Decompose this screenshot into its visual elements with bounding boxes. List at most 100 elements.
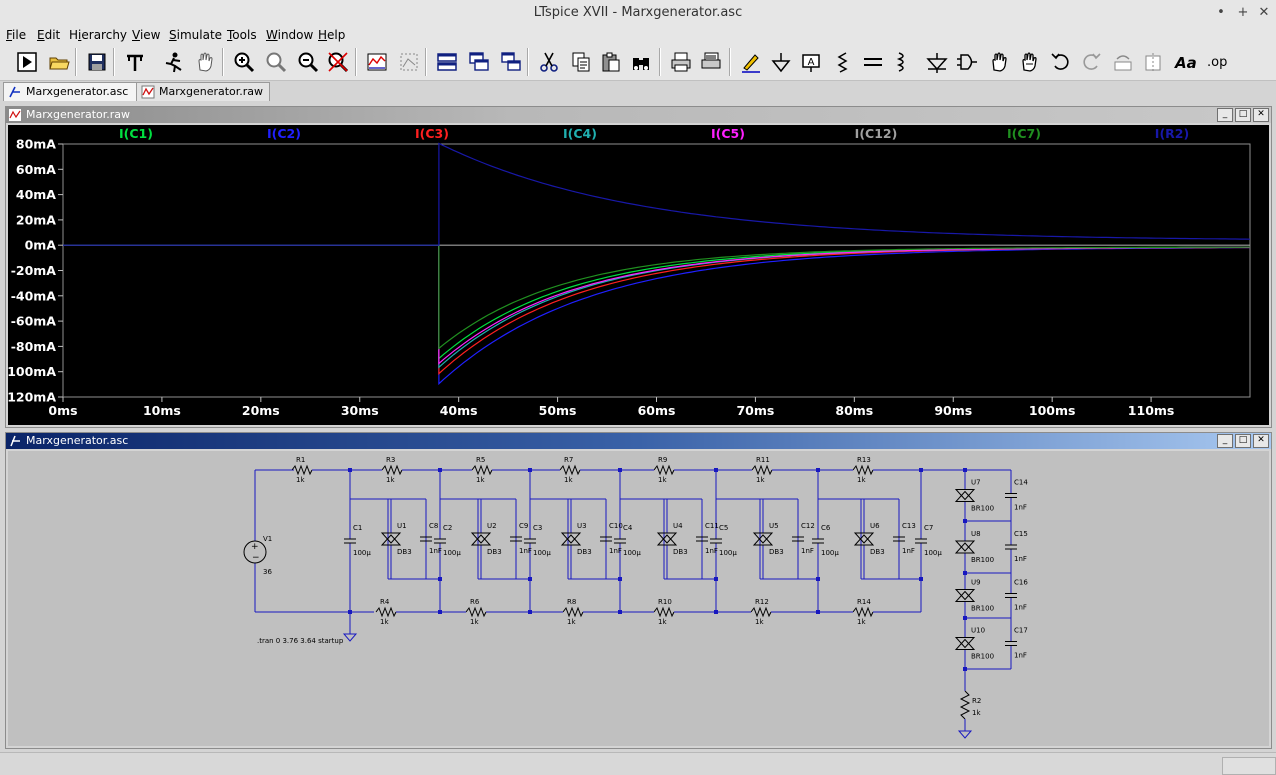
resistor-button[interactable] bbox=[830, 49, 856, 75]
move-button[interactable] bbox=[986, 49, 1012, 75]
run-button[interactable] bbox=[14, 49, 40, 75]
component-label: C7 bbox=[924, 524, 933, 532]
drag-button[interactable] bbox=[1016, 49, 1042, 75]
legend-ic5: I(C5) bbox=[711, 126, 745, 141]
toolbar-separator bbox=[113, 48, 115, 76]
close-button[interactable]: ✕ bbox=[1255, 4, 1273, 22]
copy-button[interactable] bbox=[568, 49, 594, 75]
plus-sign: + bbox=[251, 542, 259, 552]
component-label: C4 bbox=[623, 524, 633, 532]
inductor-button[interactable] bbox=[890, 49, 916, 75]
text-button[interactable]: Aa bbox=[1172, 49, 1198, 75]
open-button[interactable] bbox=[46, 49, 72, 75]
document-tabs: Marxgenerator.asc Marxgenerator.raw bbox=[0, 81, 1276, 101]
component-label: R3 bbox=[386, 456, 395, 464]
maximize-button[interactable]: + bbox=[1234, 4, 1252, 22]
label-net-button[interactable]: A bbox=[798, 49, 824, 75]
junction bbox=[348, 610, 352, 614]
print-button[interactable] bbox=[668, 49, 694, 75]
control-panel-icon bbox=[127, 54, 143, 71]
component-label: R6 bbox=[470, 598, 480, 606]
pan-hand-button[interactable] bbox=[192, 49, 218, 75]
zoom-in-button[interactable] bbox=[231, 49, 257, 75]
mirror-button[interactable] bbox=[1140, 49, 1166, 75]
toolbar-separator bbox=[75, 48, 77, 76]
minimize-button[interactable]: _ bbox=[1217, 434, 1233, 448]
component-label: 100µ bbox=[719, 549, 737, 557]
ground-symbol bbox=[957, 730, 973, 739]
menu-hierarchy[interactable]: Hierarchy bbox=[69, 28, 127, 42]
resistor-r2 bbox=[959, 690, 971, 720]
menu-tools[interactable]: Tools bbox=[227, 28, 257, 42]
tile-horizontal-button[interactable] bbox=[434, 49, 460, 75]
maximize-button[interactable]: □ bbox=[1235, 108, 1251, 122]
redo-button[interactable] bbox=[1078, 49, 1104, 75]
pan-hand-icon bbox=[198, 52, 213, 72]
zoom-area-button[interactable] bbox=[263, 49, 289, 75]
cut-button[interactable] bbox=[536, 49, 562, 75]
capacitor-button[interactable] bbox=[860, 49, 886, 75]
schematic-window: Marxgenerator.asc _ □ ✕ + − V1 36 .tran 0 3.… bbox=[5, 432, 1272, 749]
junction bbox=[438, 610, 442, 614]
waveform-icon bbox=[9, 109, 21, 121]
tab-label: Marxgenerator.asc bbox=[26, 85, 129, 98]
autoscale-button[interactable] bbox=[364, 49, 390, 75]
junction bbox=[618, 610, 622, 614]
zoom-fit-button[interactable] bbox=[325, 49, 351, 75]
resistor-r1 bbox=[291, 464, 313, 476]
print-preview-icon bbox=[701, 52, 721, 69]
menu-view[interactable]: View bbox=[132, 28, 160, 42]
component-label: 1k bbox=[857, 618, 866, 626]
ground-button[interactable] bbox=[768, 49, 794, 75]
x-tick-label: 20ms bbox=[242, 403, 280, 418]
close-button[interactable]: ✕ bbox=[1253, 434, 1269, 448]
draw-wire-button[interactable] bbox=[738, 49, 764, 75]
component-label: C10 bbox=[609, 522, 623, 530]
diode-button[interactable] bbox=[924, 49, 950, 75]
cascade-button[interactable] bbox=[466, 49, 492, 75]
component-label: DB3 bbox=[769, 548, 784, 556]
draw-wire-icon bbox=[742, 54, 760, 73]
move-icon bbox=[992, 52, 1007, 72]
component-label: 1nF bbox=[609, 547, 622, 555]
zoom-in-icon bbox=[234, 52, 255, 73]
redo-icon bbox=[1083, 53, 1101, 70]
plot-settings-button[interactable] bbox=[396, 49, 422, 75]
component-button[interactable] bbox=[954, 49, 980, 75]
close-button[interactable]: ✕ bbox=[1253, 108, 1269, 122]
zoom-out-button[interactable] bbox=[295, 49, 321, 75]
junction bbox=[528, 577, 532, 581]
spice-directive-button[interactable]: .op bbox=[1204, 49, 1230, 75]
y-tick-label: 60mA bbox=[16, 162, 56, 177]
minimize-button[interactable]: _ bbox=[1217, 108, 1233, 122]
capacitor-icon bbox=[864, 58, 882, 66]
minimize-button[interactable]: • bbox=[1212, 4, 1230, 22]
menu-simulate[interactable]: Simulate bbox=[169, 28, 222, 42]
maximize-button[interactable]: □ bbox=[1235, 434, 1251, 448]
label-net-icon: A bbox=[802, 54, 820, 72]
schematic-canvas[interactable]: + − V1 36 .tran 0 3.76 3.64 startup R1 1k R3 1k R… bbox=[8, 451, 1269, 746]
undo-button[interactable] bbox=[1048, 49, 1074, 75]
waveform-plot[interactable]: 80mA 60mA 40mA 20mA 0mA -20mA -40mA -60mA -80mA -… bbox=[2, 125, 1269, 425]
junction bbox=[919, 577, 923, 581]
tile-vertical-button[interactable] bbox=[498, 49, 524, 75]
tab-marxgenerator-raw[interactable]: Marxgenerator.raw bbox=[136, 82, 270, 101]
menu-help[interactable]: Help bbox=[318, 28, 345, 42]
print-preview-button[interactable] bbox=[698, 49, 724, 75]
save-button[interactable] bbox=[84, 49, 110, 75]
x-tick-label: 100ms bbox=[1029, 403, 1076, 418]
menu-window[interactable]: Window bbox=[266, 28, 313, 42]
component-label: 1k bbox=[296, 476, 305, 484]
drag-icon bbox=[1022, 52, 1037, 72]
menu-edit[interactable]: Edit bbox=[37, 28, 60, 42]
menu-file[interactable]: File bbox=[6, 28, 26, 42]
control-panel-button[interactable] bbox=[122, 49, 148, 75]
rotate-button[interactable] bbox=[1110, 49, 1136, 75]
component-label: DB3 bbox=[673, 548, 688, 556]
paste-button[interactable] bbox=[598, 49, 624, 75]
halt-button[interactable] bbox=[160, 49, 186, 75]
toolbar-separator bbox=[527, 48, 529, 76]
find-button[interactable] bbox=[628, 49, 654, 75]
tab-marxgenerator-asc[interactable]: Marxgenerator.asc bbox=[3, 82, 139, 101]
svg-text:Aa: Aa bbox=[1174, 54, 1196, 72]
